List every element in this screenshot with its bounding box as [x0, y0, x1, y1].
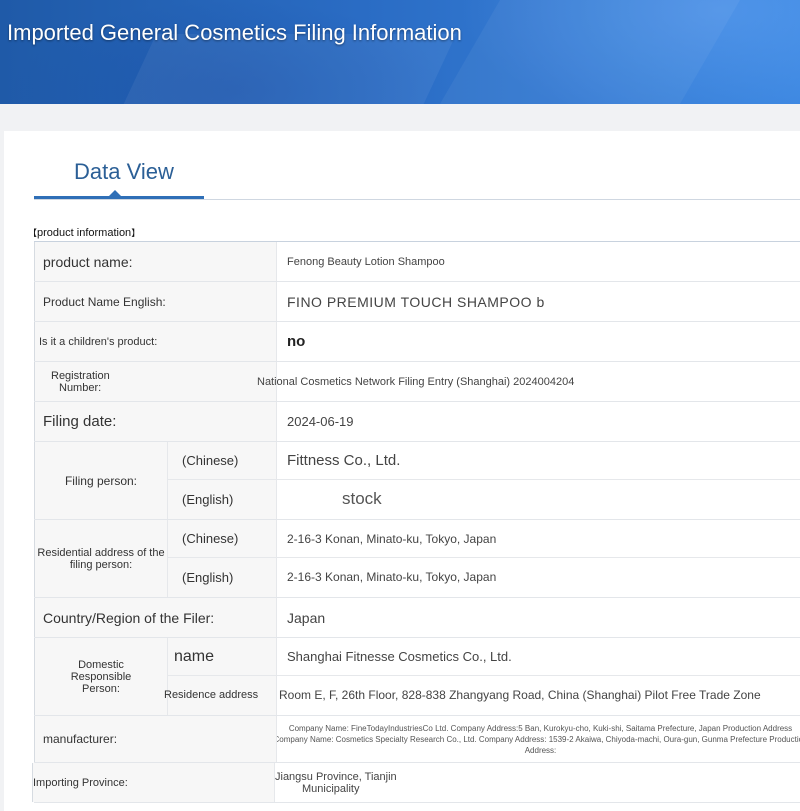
section-label: 【product information】: [28, 227, 141, 239]
sub-label: name: [168, 638, 276, 676]
content-card: Data View 【product information】 product …: [4, 131, 800, 811]
row-value: Fenong Beauty Lotion Shampoo: [287, 255, 445, 268]
table-row: Importing Province: Jiangsu Province, Ti…: [32, 763, 800, 803]
bracket-icon: 】: [131, 228, 141, 238]
row-label: Product Name English:: [34, 282, 277, 321]
page-title: Imported General Cosmetics Filing Inform…: [7, 20, 462, 45]
row-label: product name:: [34, 242, 277, 281]
table-row: Filing person: (Chinese) (English) Fittn…: [34, 442, 800, 520]
row-value: 2024-06-19: [287, 414, 354, 429]
row-label: Filing date:: [34, 402, 277, 441]
table-row: Filing date: 2024-06-19: [34, 402, 800, 442]
table-row: Country/Region of the Filer: Japan: [34, 598, 800, 638]
sub-label: (English): [182, 491, 234, 507]
tab-data-view[interactable]: Data View: [34, 156, 204, 199]
table-row: Domestic Responsible Person: name Reside…: [34, 638, 800, 716]
sub-label: (Chinese): [168, 442, 276, 480]
tab-bar: Data View: [34, 156, 800, 200]
row-value: Fittness Co., Ltd.: [277, 442, 800, 480]
row-value: 2-16-3 Konan, Minato-ku, Tokyo, Japan: [287, 570, 497, 584]
table-row: manufacturer: Company Name: FineTodayInd…: [34, 716, 800, 763]
row-value: Room E, F, 26th Floor, 828-838 Zhangyang…: [279, 688, 761, 702]
row-label: Residential address of the filing person…: [35, 520, 168, 597]
row-value: no: [287, 333, 306, 350]
row-value: 2-16-3 Konan, Minato-ku, Tokyo, Japan: [277, 520, 800, 558]
row-value: Company Name: FineTodayIndustriesCo Ltd.…: [277, 723, 800, 755]
sub-label: Residence address: [164, 689, 259, 701]
table-row: Registration Number: National Cosmetics …: [34, 362, 800, 402]
row-label: Registration Number:: [34, 362, 277, 401]
table-row: product name: Fenong Beauty Lotion Shamp…: [34, 242, 800, 282]
table-row: Is it a children's product: no: [34, 322, 800, 362]
row-value: National Cosmetics Network Filing Entry …: [257, 375, 575, 388]
row-value: Jiangsu Province, Tianjin Municipality: [275, 770, 397, 795]
banner-decoration: [439, 0, 741, 104]
caret-up-icon: [109, 190, 121, 196]
row-value: Shanghai Fitnesse Cosmetics Co., Ltd.: [277, 638, 800, 676]
table-row: Product Name English: FINO PREMIUM TOUCH…: [34, 282, 800, 322]
row-label: Domestic Responsible Person:: [35, 638, 168, 715]
row-value: stock: [342, 489, 382, 508]
row-value: FINO PREMIUM TOUCH SHAMPOO b: [287, 293, 545, 310]
row-label: Country/Region of the Filer:: [34, 598, 277, 637]
row-label: Is it a children's product:: [34, 322, 277, 361]
sub-label: (English): [182, 569, 234, 585]
sub-label: (Chinese): [168, 520, 276, 558]
header-banner: Imported General Cosmetics Filing Inform…: [0, 0, 800, 104]
info-table: product name: Fenong Beauty Lotion Shamp…: [32, 241, 800, 803]
row-label: manufacturer:: [34, 716, 277, 762]
row-label: Importing Province:: [32, 763, 275, 802]
table-row: Residential address of the filing person…: [34, 520, 800, 598]
bracket-icon: 【: [28, 228, 38, 238]
row-value: Japan: [287, 609, 326, 626]
row-label: Filing person:: [35, 442, 168, 519]
tab-label: Data View: [74, 159, 174, 184]
